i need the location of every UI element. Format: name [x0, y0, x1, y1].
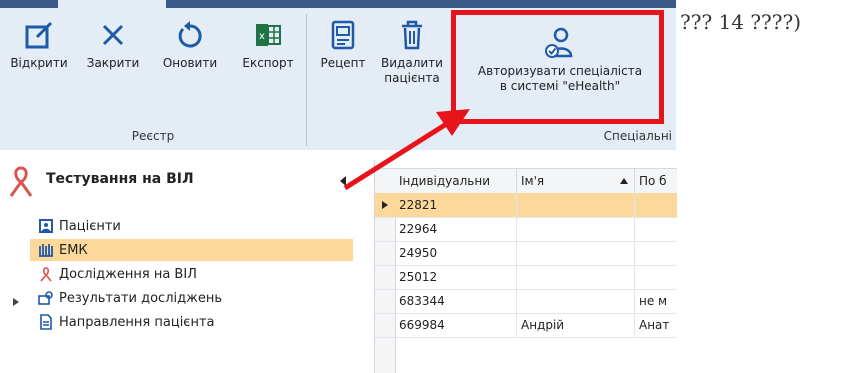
cell-third — [635, 217, 677, 241]
row-indicator-icon — [382, 201, 388, 209]
sidebar-item-label: Дослідження на ВІЛ — [59, 266, 197, 282]
export-button[interactable]: x Експорт — [232, 14, 304, 71]
patient-card-icon — [39, 219, 53, 233]
svg-text:x: x — [259, 31, 265, 42]
cell-id: 25012 — [395, 265, 517, 289]
sidebar-item-label: Направлення пацієнта — [59, 314, 215, 330]
cell-id: 683344 — [395, 289, 517, 313]
table-row[interactable]: 683344 не м — [375, 289, 677, 314]
recipe-button[interactable]: Рецепт — [312, 14, 374, 71]
table-row[interactable]: 669984 Андрій Анат — [375, 313, 677, 338]
excel-icon: x — [232, 14, 304, 56]
close-icon — [80, 14, 146, 56]
sidebar-item-patient-referral[interactable]: Направлення пацієнта — [38, 311, 214, 333]
column-header-third[interactable]: По б — [635, 169, 677, 193]
sidebar-item-research-results[interactable]: Результати досліджень — [38, 287, 222, 309]
registry-group-label: Реєстр — [131, 129, 175, 143]
sort-asc-icon — [620, 178, 628, 184]
cell-id: 22821 — [395, 193, 517, 217]
sidebar-item-label: Результати досліджень — [59, 290, 222, 306]
document-icon — [40, 314, 52, 330]
delete-patient-button[interactable]: Видалити пацієнта — [378, 14, 446, 86]
panel-title: Тестування на ВІЛ — [46, 171, 194, 187]
patients-grid: Індивідуальни Ім'я По б 22821 22964 2495… — [374, 160, 677, 373]
sidebar-item-label: ЕМК — [59, 242, 88, 258]
overflow-text: ??? 14 ????) — [680, 10, 802, 34]
sidebar-item-hiv-research[interactable]: Дослідження на ВІЛ — [38, 263, 197, 285]
ribbon-aids-icon — [4, 164, 38, 204]
column-header-name[interactable]: Ім'я — [517, 169, 635, 193]
cell-id: 669984 — [395, 313, 517, 337]
cell-third: не м — [639, 294, 668, 308]
cell-id: 22964 — [395, 217, 517, 241]
cell-third: Анат — [639, 318, 670, 332]
cell-name: Андрій — [517, 313, 635, 337]
highlight-box — [451, 10, 664, 124]
open-button[interactable]: Відкрити — [0, 14, 78, 71]
expand-arrow-icon[interactable] — [12, 292, 20, 311]
column-header-id[interactable]: Індивідуальни — [395, 169, 517, 193]
refresh-icon — [148, 14, 232, 56]
grid-header: Індивідуальни Ім'я По б — [375, 168, 677, 194]
sidebar-item-patients[interactable]: Пацієнти — [38, 215, 121, 237]
collapse-icon[interactable] — [338, 172, 348, 191]
special-group-label: Спеціальні — [603, 129, 672, 143]
trash-icon — [378, 14, 446, 56]
cell-name — [517, 193, 635, 217]
ribbon-icon — [40, 267, 52, 282]
recipe-icon — [312, 14, 374, 56]
library-icon — [39, 244, 53, 257]
sidebar-item-label: Пацієнти — [59, 218, 121, 234]
cell-id: 24950 — [395, 241, 517, 265]
table-row[interactable]: 25012 — [375, 265, 677, 290]
navigation-panel: Тестування на ВІЛ Пацієнти ЕМК Досліджен… — [0, 150, 355, 373]
group-separator — [306, 14, 307, 146]
ribbon-active-tab[interactable] — [58, 0, 166, 8]
cell-third — [635, 193, 677, 217]
cell-name — [517, 241, 635, 265]
table-row[interactable]: 24950 — [375, 241, 677, 266]
edit-icon — [0, 14, 78, 56]
sidebar-item-emk[interactable]: ЕМК — [30, 239, 353, 261]
close-button[interactable]: Закрити — [80, 14, 146, 71]
cell-name — [517, 217, 635, 241]
table-row[interactable]: 22964 — [375, 217, 677, 242]
cell-name — [517, 289, 635, 313]
cell-third — [635, 265, 677, 289]
cell-name — [517, 265, 635, 289]
cell-third — [635, 241, 677, 265]
refresh-button[interactable]: Оновити — [148, 14, 232, 71]
results-icon — [38, 291, 53, 305]
table-row[interactable]: 22821 — [375, 193, 677, 218]
